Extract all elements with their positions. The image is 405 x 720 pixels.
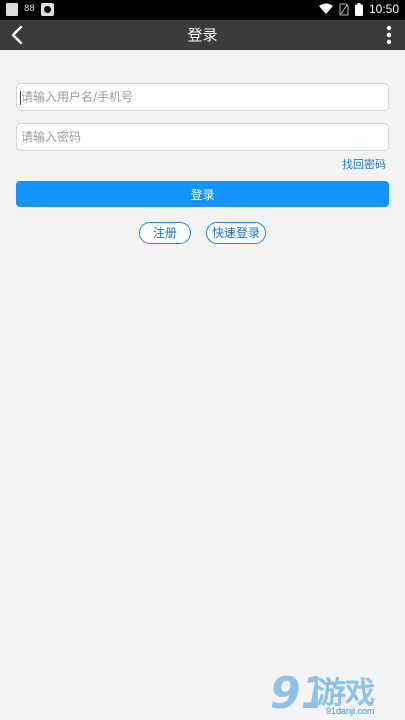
password-input[interactable] xyxy=(17,124,388,150)
page-title: 登录 xyxy=(187,26,218,44)
status-time: 10:50 xyxy=(368,2,399,16)
wifi-icon xyxy=(318,3,333,14)
watermark: 91 游戏 91danji.com xyxy=(270,668,400,718)
register-button[interactable]: 注册 xyxy=(139,222,191,244)
more-vertical-icon[interactable] xyxy=(383,24,395,46)
forgot-password-link[interactable]: 找回密码 xyxy=(342,156,386,172)
title-bar: 登录 xyxy=(0,20,405,50)
password-field[interactable] xyxy=(16,123,389,151)
status-bar: 88 10:50 xyxy=(0,0,405,20)
watermark-logo: 91 xyxy=(270,668,318,714)
svg-text:91: 91 xyxy=(270,668,318,714)
status-right-icons: 10:50 xyxy=(318,2,399,16)
watermark-url: 91danji.com xyxy=(326,706,375,716)
signal-icon: 88 xyxy=(24,4,35,14)
status-left-icons: 88 xyxy=(6,3,54,16)
sim-card-icon xyxy=(339,3,349,15)
username-input[interactable] xyxy=(17,84,388,110)
quick-login-button[interactable]: 快速登录 xyxy=(206,222,266,244)
username-field[interactable] xyxy=(16,83,389,111)
login-button[interactable]: 登录 xyxy=(16,181,389,207)
battery-icon xyxy=(354,2,363,16)
app-icon xyxy=(40,3,54,16)
document-icon xyxy=(6,3,18,16)
